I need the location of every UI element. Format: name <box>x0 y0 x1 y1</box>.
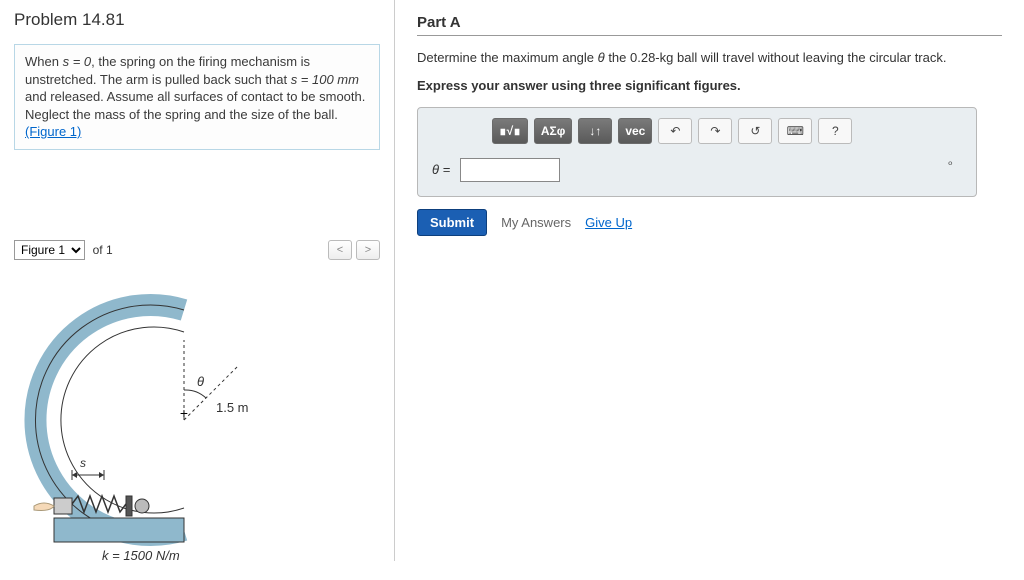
submit-row: Submit My Answers Give Up <box>417 209 1002 236</box>
figure-next-button[interactable]: > <box>356 240 380 260</box>
templates-button[interactable]: ∎√∎ <box>492 118 528 144</box>
figure-link[interactable]: (Figure 1) <box>25 124 81 139</box>
help-button[interactable]: ? <box>818 118 852 144</box>
keyboard-button[interactable]: ⌨ <box>778 118 812 144</box>
s-label: s <box>80 456 86 470</box>
left-panel: Problem 14.81 When s = 0, the spring on … <box>0 0 395 561</box>
stmt-mid2: and released. Assume all surfaces of con… <box>25 89 365 122</box>
stmt-sval: s = 100 mm <box>291 72 359 87</box>
instruction-text: Express your answer using three signific… <box>417 78 1002 93</box>
answer-box: ∎√∎ ΑΣφ ↓↑ vec ↶ ↷ ↺ ⌨ ? θ = ∘ <box>417 107 977 197</box>
stmt-s0: s = 0 <box>63 54 92 69</box>
problem-number: Problem 14.81 <box>14 10 380 30</box>
greek-button[interactable]: ΑΣφ <box>534 118 572 144</box>
svg-text:+: + <box>180 405 188 421</box>
radius-label: 1.5 m <box>216 400 249 415</box>
answer-input[interactable] <box>460 158 560 182</box>
equation-toolbar: ∎√∎ ΑΣφ ↓↑ vec ↶ ↷ ↺ ⌨ ? <box>432 118 962 144</box>
undo-button[interactable]: ↶ <box>658 118 692 144</box>
right-panel: Part A Determine the maximum angle θ the… <box>395 0 1024 561</box>
q-theta: θ <box>598 50 605 65</box>
part-a-title: Part A <box>417 14 1002 36</box>
figure-selector[interactable]: Figure 1 <box>14 240 85 260</box>
subsup-button[interactable]: ↓↑ <box>578 118 612 144</box>
answer-var-label: θ = <box>432 162 450 177</box>
question-text: Determine the maximum angle θ the 0.28-k… <box>417 48 1002 68</box>
submit-button[interactable]: Submit <box>417 209 487 236</box>
figure-of-label: of 1 <box>93 243 113 257</box>
my-answers-link[interactable]: My Answers <box>501 215 571 230</box>
q-kg: kg <box>660 50 674 65</box>
stmt-prefix: When <box>25 54 63 69</box>
q-mid: the 0.28- <box>605 50 660 65</box>
figure-header: Figure 1 of 1 < > <box>14 240 380 260</box>
reset-button[interactable]: ↺ <box>738 118 772 144</box>
redo-button[interactable]: ↷ <box>698 118 732 144</box>
figure-diagram: + θ 1.5 m s k = 1500 N/m <box>14 270 374 580</box>
vec-button[interactable]: vec <box>618 118 652 144</box>
q-prefix: Determine the maximum angle <box>417 50 598 65</box>
answer-unit: ∘ <box>946 156 954 170</box>
answer-row: θ = ∘ <box>432 158 962 182</box>
k-label: k = 1500 N/m <box>102 548 180 563</box>
give-up-link[interactable]: Give Up <box>585 215 632 230</box>
theta-label: θ <box>197 374 204 389</box>
figure-prev-button[interactable]: < <box>328 240 352 260</box>
problem-statement-box: When s = 0, the spring on the firing mec… <box>14 44 380 150</box>
q-suffix: ball will travel without leaving the cir… <box>673 50 946 65</box>
